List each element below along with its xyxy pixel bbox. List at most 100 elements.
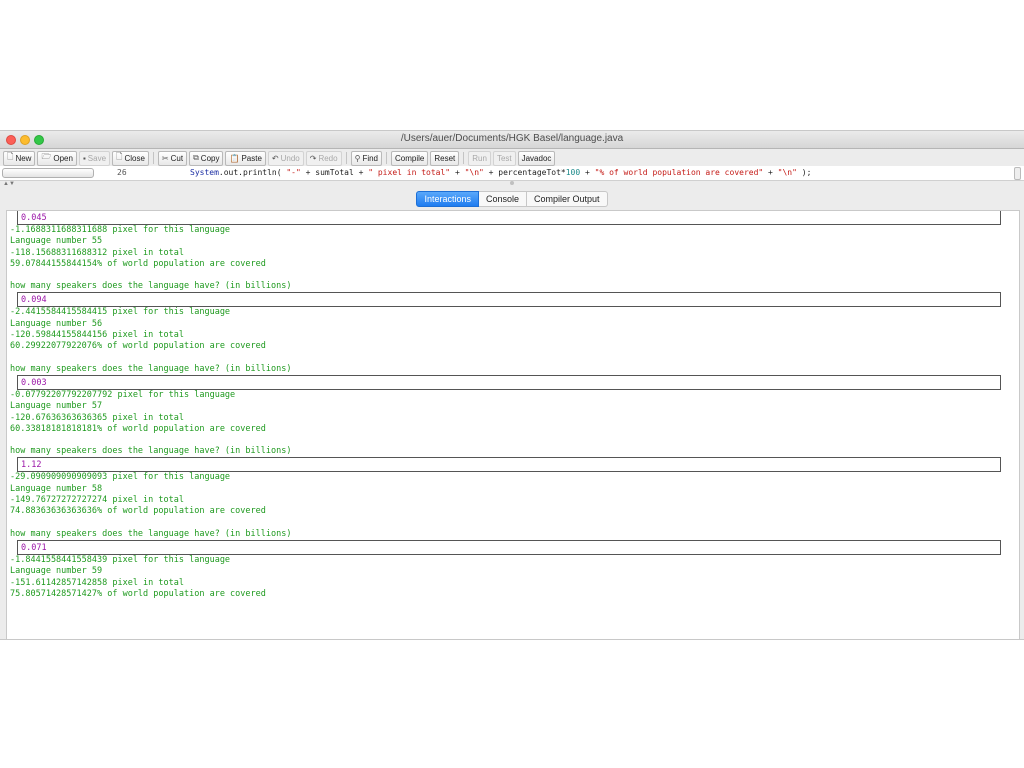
scissors-icon: ✂ bbox=[161, 153, 169, 163]
cut-label: Cut bbox=[170, 153, 184, 163]
tab-interactions[interactable]: Interactions bbox=[416, 191, 479, 207]
toolbar-divider bbox=[152, 152, 154, 164]
copy-icon: ⧉ bbox=[193, 153, 199, 162]
code-token: + bbox=[580, 168, 595, 177]
code-token: + sumTotal + bbox=[300, 168, 369, 177]
code-token: "\n" bbox=[777, 168, 797, 177]
vertical-scrollbar[interactable] bbox=[1014, 167, 1021, 180]
toolbar-divider bbox=[463, 152, 465, 164]
output-line: -151.61142857142858 pixel in total bbox=[10, 577, 184, 588]
window-title: /Users/auer/Documents/HGK Basel/language… bbox=[400, 133, 624, 144]
code-token: ); bbox=[796, 168, 812, 177]
code-token: "% of world population are covered" bbox=[594, 168, 764, 177]
output-line: 75.80571428571427% of world population a… bbox=[10, 588, 266, 599]
test-label: Test bbox=[496, 153, 512, 163]
tab-compiler-output[interactable]: Compiler Output bbox=[527, 191, 608, 207]
output-line: -1.1688311688311688 pixel for this langu… bbox=[10, 225, 231, 235]
pane-divider-handle[interactable] bbox=[510, 181, 514, 185]
open-folder-icon: 🗁 bbox=[41, 152, 52, 161]
interactions-pane[interactable]: 0.045 -1.1688311688311688 pixel for this… bbox=[6, 210, 1020, 639]
close-file-icon: 🗋 bbox=[116, 152, 123, 161]
console-entry: 0.071 -1.8441558441558439 pixel for this… bbox=[7, 539, 1019, 600]
code-token: "-" bbox=[286, 168, 301, 177]
undo-label: Undo bbox=[280, 153, 300, 163]
output-line: -120.59844155844156 pixel in total bbox=[10, 330, 184, 341]
run-button[interactable]: Run bbox=[468, 150, 491, 166]
clipboard-icon: 📋 bbox=[229, 153, 240, 163]
javadoc-button[interactable]: Javadoc bbox=[517, 150, 556, 166]
new-file-icon: 🗋 bbox=[7, 152, 14, 161]
pane-tabs: Interactions Console Compiler Output bbox=[0, 191, 1024, 207]
paste-button[interactable]: 📋 Paste bbox=[225, 150, 266, 166]
redo-button[interactable]: ↷ Redo bbox=[305, 150, 342, 166]
save-icon: ▪ bbox=[82, 153, 86, 163]
open-label: Open bbox=[53, 153, 73, 163]
tab-console[interactable]: Console bbox=[478, 191, 528, 207]
output-line: -118.15688311688312 pixel in total bbox=[10, 247, 184, 258]
output-line: -149.76727272727274 pixel in total bbox=[10, 495, 184, 506]
javadoc-label: Javadoc bbox=[521, 153, 552, 163]
input-value[interactable]: 0.094 bbox=[17, 292, 1001, 308]
output-line: Language number 57 bbox=[10, 401, 103, 412]
undo-icon: ↶ bbox=[271, 153, 279, 163]
output-line: -1.8441558441558439 pixel for this langu… bbox=[10, 554, 231, 565]
output-line: Language number 55 bbox=[10, 236, 103, 247]
new-label: New bbox=[15, 153, 32, 163]
prompt-text: how many speakers does the language have… bbox=[10, 363, 292, 374]
code-token: .out.println( bbox=[218, 168, 287, 177]
split-arrows-icon[interactable]: ▲▼ bbox=[3, 181, 15, 187]
code-token: + bbox=[763, 168, 778, 177]
line-number: 26 bbox=[117, 168, 127, 177]
undo-button[interactable]: ↶ Undo bbox=[267, 150, 304, 166]
compile-button[interactable]: Compile bbox=[391, 150, 429, 166]
compile-label: Compile bbox=[395, 153, 425, 163]
output-line: 60.29922077922076% of world population a… bbox=[10, 341, 266, 352]
ide-window: /Users/auer/Documents/HGK Basel/language… bbox=[0, 130, 1024, 640]
reset-label: Reset bbox=[434, 153, 456, 163]
output-line: 74.88363636363636% of world population a… bbox=[10, 506, 266, 517]
title-bar: /Users/auer/Documents/HGK Basel/language… bbox=[0, 131, 1024, 149]
prompt-text: how many speakers does the language have… bbox=[10, 446, 292, 457]
code-token: + bbox=[450, 168, 465, 177]
save-button[interactable]: ▪ Save bbox=[78, 150, 111, 166]
cut-button[interactable]: ✂ Cut bbox=[157, 150, 188, 166]
input-value[interactable]: 1.12 bbox=[17, 457, 1001, 473]
prompt-text: how many speakers does the language have… bbox=[10, 281, 292, 292]
code-token: 100 bbox=[565, 168, 581, 177]
find-button[interactable]: ⚲ Find bbox=[350, 150, 382, 166]
open-button[interactable]: 🗁 Open bbox=[37, 150, 77, 166]
horizontal-scrollbar[interactable] bbox=[2, 168, 94, 178]
input-value[interactable]: 0.003 bbox=[17, 374, 1001, 390]
output-line: -0.07792207792207792 pixel for this lang… bbox=[10, 389, 236, 400]
code-token: " pixel in total" bbox=[368, 168, 451, 177]
copy-label: Copy bbox=[200, 153, 220, 163]
output-line: 60.33818181818181% of world population a… bbox=[10, 423, 266, 434]
find-label: Find bbox=[362, 153, 378, 163]
editor-line[interactable]: 26 System.out.println( "-" + sumTotal + … bbox=[0, 166, 1024, 181]
redo-icon: ↷ bbox=[309, 153, 317, 163]
redo-label: Redo bbox=[318, 153, 338, 163]
close-button[interactable]: 🗋 Close bbox=[112, 150, 149, 166]
code-token: "\n" bbox=[464, 168, 484, 177]
output-line: Language number 58 bbox=[10, 483, 103, 494]
toolbar-divider bbox=[345, 152, 347, 164]
code-line[interactable]: System.out.println( "-" + sumTotal + " p… bbox=[190, 168, 811, 177]
input-value[interactable]: 0.045 bbox=[17, 211, 1001, 225]
test-button[interactable]: Test bbox=[492, 150, 516, 166]
new-button[interactable]: 🗋 New bbox=[3, 150, 36, 166]
code-token: System bbox=[190, 168, 219, 177]
console-entry: 0.045 -1.1688311688311688 pixel for this… bbox=[7, 211, 1019, 270]
reset-button[interactable]: Reset bbox=[430, 150, 460, 166]
output-line: -29.090909090909093 pixel for this langu… bbox=[10, 472, 231, 483]
copy-button[interactable]: ⧉ Copy bbox=[189, 150, 224, 166]
input-value[interactable]: 0.071 bbox=[17, 539, 1001, 555]
run-label: Run bbox=[472, 153, 487, 163]
output-line: Language number 59 bbox=[10, 566, 103, 577]
close-label: Close bbox=[124, 153, 145, 163]
output-line: -120.67636363636365 pixel in total bbox=[10, 412, 184, 423]
paste-label: Paste bbox=[241, 153, 262, 163]
code-token: + percentageTot* bbox=[483, 168, 566, 177]
console-entry: 0.094 -2.4415584415584415 pixel for this… bbox=[7, 292, 1019, 352]
console-entry: 1.12 -29.090909090909093 pixel for this … bbox=[7, 457, 1019, 517]
toolbar-divider bbox=[386, 152, 387, 164]
